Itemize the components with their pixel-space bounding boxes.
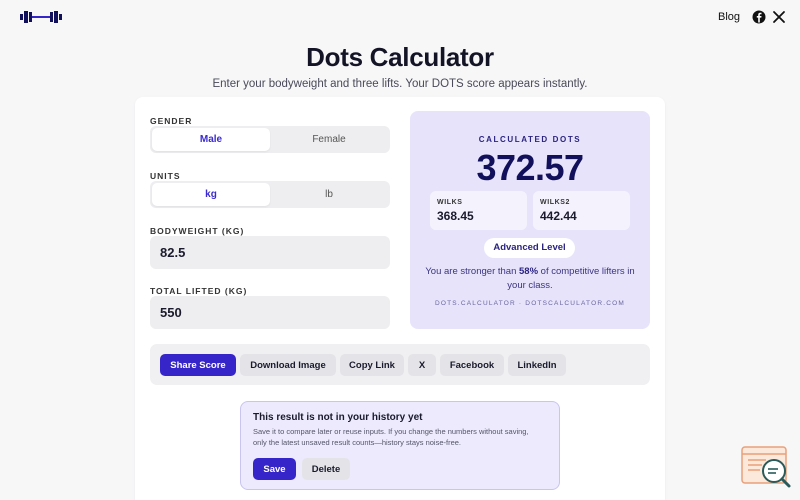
result-label: CALCULATED DOTS (478, 135, 582, 144)
delete-button[interactable]: Delete (302, 458, 350, 480)
units-toggle: kg lb (150, 181, 390, 208)
desc-percent: 58% (519, 266, 539, 277)
barbell-logo-icon[interactable] (20, 11, 62, 23)
wilks-value: 368.45 (437, 209, 474, 223)
wilks2-value: 442.44 (540, 209, 577, 223)
wilks-label: WILKS (437, 199, 463, 206)
dots-score: 372.57 (476, 147, 584, 188)
nav-blog-link[interactable]: Blog (718, 11, 740, 23)
share-facebook-button[interactable]: Facebook (440, 354, 504, 376)
download-image-button[interactable]: Download Image (240, 354, 336, 376)
save-button[interactable]: Save (253, 458, 296, 480)
units-lb-option[interactable]: lb (270, 183, 388, 206)
history-notice: This result is not in your history yet S… (240, 401, 560, 490)
wilks2-box: WILKS2 442.44 (533, 191, 630, 230)
page-title: Dots Calculator (306, 42, 494, 72)
wilks2-label: WILKS2 (540, 199, 571, 206)
wilks-box: WILKS 368.45 (430, 191, 527, 230)
units-kg-option[interactable]: kg (152, 183, 270, 206)
units-label: UNITS (150, 171, 181, 181)
history-title: This result is not in your history yet (253, 412, 423, 423)
help-widget-icon[interactable] (740, 445, 792, 489)
gender-label: GENDER (150, 116, 193, 126)
gender-toggle: Male Female (150, 126, 390, 153)
top-nav: Blog (0, 0, 800, 34)
result-footer: DOTS.CALCULATOR · DOTSCALCULATOR.COM (434, 300, 626, 307)
level-badge: Advanced Level (484, 238, 575, 258)
gender-female-option[interactable]: Female (270, 128, 388, 151)
total-lifted-input[interactable] (150, 296, 390, 329)
bodyweight-label: BODYWEIGHT (KG) (150, 226, 245, 236)
desc-prefix: You are stronger than (425, 266, 520, 277)
copy-link-button[interactable]: Copy Link (340, 354, 404, 376)
history-body: Save it to compare later or reuse inputs… (253, 427, 529, 447)
facebook-icon[interactable] (752, 10, 766, 24)
total-lifted-label: TOTAL LIFTED (KG) (150, 286, 248, 296)
gender-male-option[interactable]: Male (152, 128, 270, 151)
share-linkedin-button[interactable]: LinkedIn (508, 354, 566, 376)
share-bar: Share Score Download Image Copy Link X F… (150, 344, 650, 385)
result-panel: CALCULATED DOTS 372.57 WILKS 368.45 WILK… (410, 111, 650, 329)
bodyweight-input[interactable] (150, 236, 390, 269)
page-subtitle: Enter your bodyweight and three lifts. Y… (212, 78, 588, 90)
strength-percentile-text: You are stronger than 58% of competitive… (422, 265, 638, 292)
share-score-button[interactable]: Share Score (160, 354, 236, 376)
share-x-button[interactable]: X (408, 354, 436, 376)
x-icon[interactable] (772, 10, 786, 24)
